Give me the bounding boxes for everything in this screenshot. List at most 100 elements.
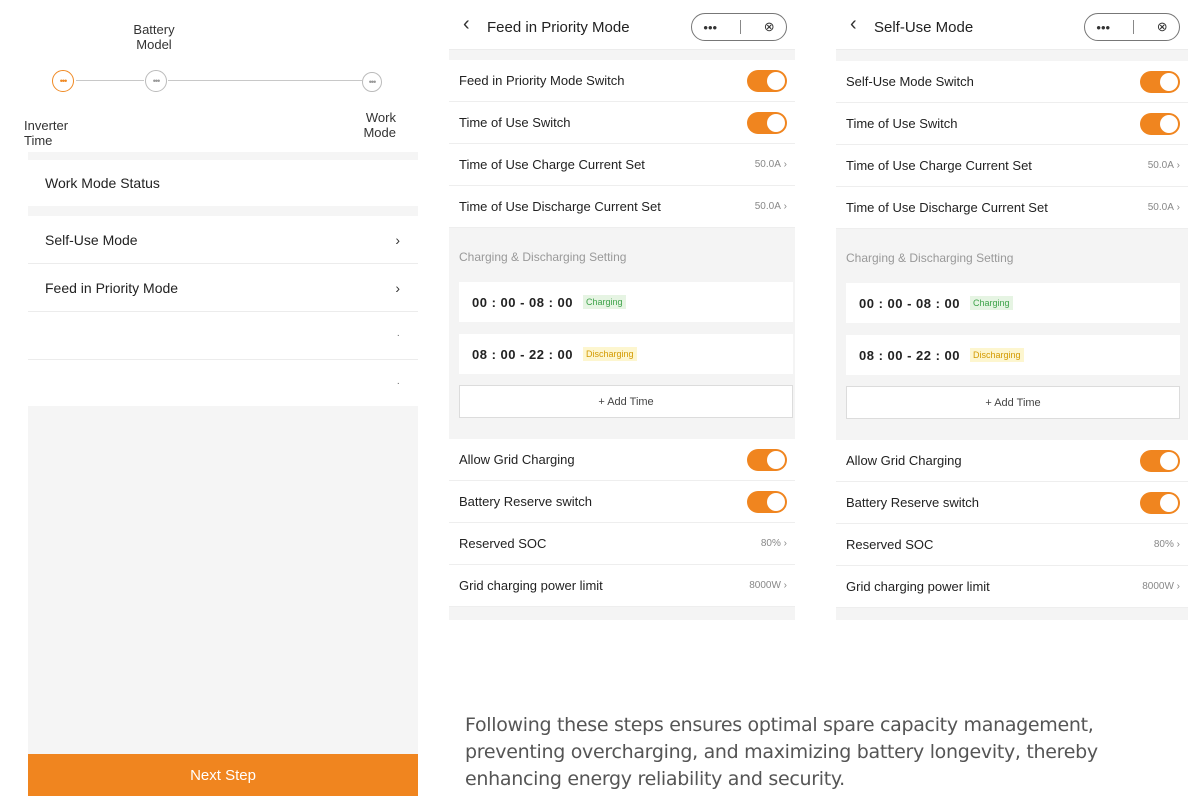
time-slot-2[interactable]: 08 : 00 - 22 : 00 Discharging xyxy=(846,335,1180,375)
row-label: Grid charging power limit xyxy=(459,578,603,593)
self-use-toggle[interactable] xyxy=(1140,70,1180,93)
row-label: Battery Reserve switch xyxy=(459,494,592,509)
chevron-right-icon: › xyxy=(1173,581,1180,592)
charge-current-row[interactable]: Time of Use Charge Current Set 50.0A › xyxy=(449,144,795,186)
section-title: Work Mode Status xyxy=(45,175,160,191)
charging-badge: Charging xyxy=(970,296,1013,310)
allow-grid-charging-toggle[interactable] xyxy=(747,448,787,471)
step-dot-battery-model[interactable]: ••• xyxy=(145,70,167,92)
discharge-current-row[interactable]: Time of Use Discharge Current Set 50.0A … xyxy=(836,187,1188,229)
more-dots-icon[interactable]: ••• xyxy=(1096,20,1110,35)
chevron-right-icon: › xyxy=(1173,160,1180,171)
menu-item-label: Self-Use Mode xyxy=(45,231,138,248)
reserved-soc-row[interactable]: Reserved SOC 80% › xyxy=(836,524,1188,566)
time-range: 08 : 00 - 22 : 00 xyxy=(859,347,960,363)
row-label: Feed in Priority Mode Switch xyxy=(459,73,625,88)
divider xyxy=(28,152,418,160)
menu-item-blank-1[interactable]: · xyxy=(28,312,418,360)
chevron-right-icon: › xyxy=(780,538,787,549)
discharge-current-row[interactable]: Time of Use Discharge Current Set 50.0A … xyxy=(449,186,795,228)
time-of-use-switch-row: Time of Use Switch xyxy=(836,103,1188,145)
setup-wizard-panel: Battery Model ••• ••• ••• Inverter Time … xyxy=(24,0,418,796)
more-dots-icon[interactable]: ••• xyxy=(703,20,717,35)
capsule-menu: ••• ⊗ xyxy=(1084,13,1180,41)
panel-header: ‹ Self-Use Mode ••• ⊗ xyxy=(836,0,1188,50)
menu-item-label: Feed in Priority Mode xyxy=(45,279,179,296)
caption-paragraph: Following these steps ensures optimal sp… xyxy=(465,714,1098,790)
row-value: 50.0A xyxy=(1147,160,1174,171)
chevron-right-icon: › xyxy=(395,279,400,296)
capsule-divider xyxy=(739,20,741,34)
battery-reserve-toggle[interactable] xyxy=(1140,491,1180,514)
step-label-battery-model: Battery Model xyxy=(133,22,175,52)
chevron-right-icon: › xyxy=(780,201,787,212)
add-time-button[interactable]: + Add Time xyxy=(459,385,793,418)
time-slot-1[interactable]: 00 : 00 - 08 : 00 Charging xyxy=(846,283,1180,323)
close-circle-icon[interactable]: ⊗ xyxy=(1157,19,1168,35)
self-use-switch-row: Self-Use Mode Switch xyxy=(836,61,1188,103)
row-value: 50.0A xyxy=(1147,202,1174,213)
row-label: Allow Grid Charging xyxy=(846,453,962,468)
row-label: Time of Use Switch xyxy=(459,115,571,130)
chevron-right-icon: · xyxy=(396,378,400,389)
row-label: Reserved SOC xyxy=(459,536,547,551)
step-dot-work-mode[interactable]: ••• xyxy=(362,72,382,92)
row-value: 80% xyxy=(1153,539,1174,550)
feed-in-priority-panel: ‹ Feed in Priority Mode ••• ⊗ Feed in Pr… xyxy=(449,0,795,620)
reserved-soc-row[interactable]: Reserved SOC 80% › xyxy=(449,523,795,565)
panel-title: Self-Use Mode xyxy=(874,19,974,36)
time-slot-2[interactable]: 08 : 00 - 22 : 00 Discharging xyxy=(459,334,793,374)
section-title: Charging & Discharging Setting xyxy=(459,250,627,264)
grid-power-limit-row[interactable]: Grid charging power limit 8000W › xyxy=(449,565,795,607)
menu-item-blank-2[interactable]: · xyxy=(28,360,418,408)
row-label: Self-Use Mode Switch xyxy=(846,74,974,89)
step-line-2 xyxy=(168,80,362,81)
step-line-1 xyxy=(76,80,144,81)
time-of-use-toggle[interactable] xyxy=(1140,112,1180,135)
battery-reserve-row: Battery Reserve switch xyxy=(836,482,1188,524)
chevron-right-icon: › xyxy=(395,231,400,248)
close-circle-icon[interactable]: ⊗ xyxy=(764,19,775,35)
divider xyxy=(28,206,418,216)
row-label: Battery Reserve switch xyxy=(846,495,979,510)
menu-item-self-use-mode[interactable]: Self-Use Mode › xyxy=(28,216,418,264)
capsule-divider xyxy=(1132,20,1134,34)
back-arrow-icon[interactable]: ‹ xyxy=(850,14,857,34)
time-range: 08 : 00 - 22 : 00 xyxy=(472,346,573,362)
time-range: 00 : 00 - 08 : 00 xyxy=(859,295,960,311)
time-of-use-toggle[interactable] xyxy=(747,111,787,134)
feed-in-priority-toggle[interactable] xyxy=(747,69,787,92)
battery-reserve-row: Battery Reserve switch xyxy=(449,481,795,523)
row-label: Grid charging power limit xyxy=(846,579,990,594)
step-label-work-mode: Work Mode xyxy=(363,110,396,140)
row-label: Time of Use Charge Current Set xyxy=(459,157,645,172)
next-step-button[interactable]: Next Step xyxy=(28,754,418,796)
allow-grid-charging-toggle[interactable] xyxy=(1140,449,1180,472)
battery-reserve-toggle[interactable] xyxy=(747,490,787,513)
row-label: Time of Use Switch xyxy=(846,116,958,131)
section-title: Charging & Discharging Setting xyxy=(846,251,1014,265)
row-label: Time of Use Charge Current Set xyxy=(846,158,1032,173)
row-label: Time of Use Discharge Current Set xyxy=(846,200,1048,215)
row-label: Reserved SOC xyxy=(846,537,934,552)
allow-grid-charging-row: Allow Grid Charging xyxy=(836,440,1188,482)
time-range: 00 : 00 - 08 : 00 xyxy=(472,294,573,310)
chevron-right-icon: › xyxy=(1173,539,1180,550)
step-label-inverter-time: Inverter Time xyxy=(24,118,69,148)
row-value: 8000W xyxy=(1142,581,1174,592)
back-arrow-icon[interactable]: ‹ xyxy=(463,14,470,34)
panel-title: Feed in Priority Mode xyxy=(487,19,630,36)
step-dot-inverter-time[interactable]: ••• xyxy=(52,70,74,92)
work-mode-status-title: Work Mode Status xyxy=(28,160,418,206)
discharging-badge: Discharging xyxy=(970,348,1024,362)
time-of-use-switch-row: Time of Use Switch xyxy=(449,102,795,144)
row-label: Allow Grid Charging xyxy=(459,452,575,467)
charge-current-row[interactable]: Time of Use Charge Current Set 50.0A › xyxy=(836,145,1188,187)
row-value: 50.0A xyxy=(754,201,781,212)
add-time-button[interactable]: + Add Time xyxy=(846,386,1180,419)
panel-header: ‹ Feed in Priority Mode ••• ⊗ xyxy=(449,0,795,50)
menu-item-feed-in-priority-mode[interactable]: Feed in Priority Mode › xyxy=(28,264,418,312)
grid-power-limit-row[interactable]: Grid charging power limit 8000W › xyxy=(836,566,1188,608)
time-slot-1[interactable]: 00 : 00 - 08 : 00 Charging xyxy=(459,282,793,322)
row-label: Time of Use Discharge Current Set xyxy=(459,199,661,214)
